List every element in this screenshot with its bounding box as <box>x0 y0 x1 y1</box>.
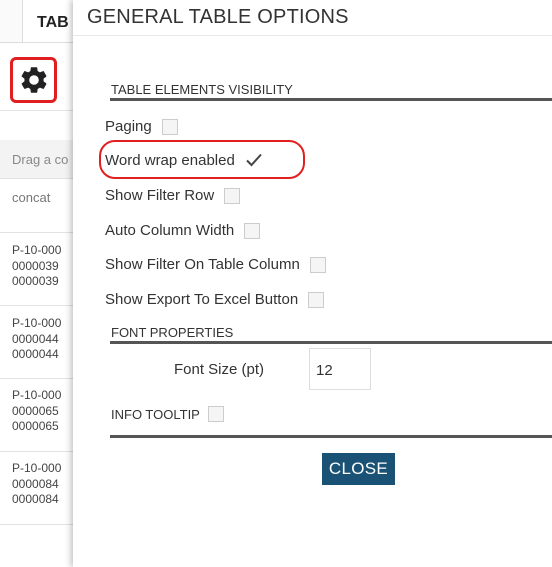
section-rule <box>110 435 552 438</box>
info-tooltip-checkbox[interactable] <box>207 406 224 422</box>
export-excel-checkbox[interactable] <box>308 291 325 308</box>
option-label: Show Export To Excel Button <box>105 291 299 308</box>
general-table-options-dialog: GENERAL TABLE OPTIONS TABLE ELEMENTS VIS… <box>73 0 552 567</box>
divider <box>0 451 80 452</box>
option-show-filter-row[interactable]: Show Filter Row <box>105 187 241 204</box>
divider <box>0 110 80 111</box>
checkmark-icon <box>246 153 262 166</box>
option-word-wrap[interactable]: Word wrap enabled <box>105 152 262 169</box>
option-label: Auto Column Width <box>105 222 235 239</box>
word-wrap-checkbox[interactable] <box>245 153 262 169</box>
option-auto-column-width[interactable]: Auto Column Width <box>105 222 261 239</box>
close-button[interactable]: CLOSE <box>322 453 395 485</box>
table-cell[interactable]: P-10-000 0000039 0000039 <box>12 243 61 290</box>
section-rule <box>110 98 552 101</box>
section-font-heading: FONT PROPERTIES <box>111 325 234 340</box>
divider <box>0 305 80 306</box>
option-paging[interactable]: Paging <box>105 118 178 135</box>
filter-on-column-checkbox[interactable] <box>309 256 326 273</box>
paging-checkbox[interactable] <box>161 118 178 135</box>
font-size-label: Font Size (pt) <box>174 361 265 378</box>
table-cell[interactable]: P-10-000 0000065 0000065 <box>12 388 61 435</box>
divider <box>0 378 80 379</box>
show-filter-row-checkbox[interactable] <box>224 187 241 204</box>
gear-icon <box>21 67 46 93</box>
option-filter-on-column[interactable]: Show Filter On Table Column <box>105 256 326 273</box>
divider <box>0 524 80 525</box>
column-header-concat[interactable]: concat <box>12 190 50 205</box>
option-info-tooltip[interactable]: INFO TOOLTIP <box>111 406 224 422</box>
option-label: Paging <box>105 118 152 135</box>
section-info-tooltip-heading: INFO TOOLTIP <box>111 406 200 422</box>
option-label: Word wrap enabled <box>105 152 235 169</box>
table-cell[interactable]: P-10-000 0000044 0000044 <box>12 316 61 363</box>
font-size-input[interactable]: 12 <box>309 348 371 390</box>
divider <box>73 35 552 36</box>
divider <box>0 178 80 179</box>
background-app: TAB Drag a co concat P-10-000 0000039 00… <box>0 0 82 567</box>
settings-button[interactable] <box>10 57 57 103</box>
divider <box>0 232 80 233</box>
auto-column-width-checkbox[interactable] <box>244 222 261 239</box>
option-export-excel[interactable]: Show Export To Excel Button <box>105 291 325 308</box>
table-cell[interactable]: P-10-000 0000084 0000084 <box>12 461 61 508</box>
drag-hint: Drag a co <box>12 152 69 167</box>
option-label: Show Filter Row <box>105 187 215 204</box>
option-label: Show Filter On Table Column <box>105 256 300 273</box>
section-rule <box>110 341 552 344</box>
section-visibility-heading: TABLE ELEMENTS VISIBILITY <box>111 82 293 97</box>
dialog-title: GENERAL TABLE OPTIONS <box>87 6 349 28</box>
